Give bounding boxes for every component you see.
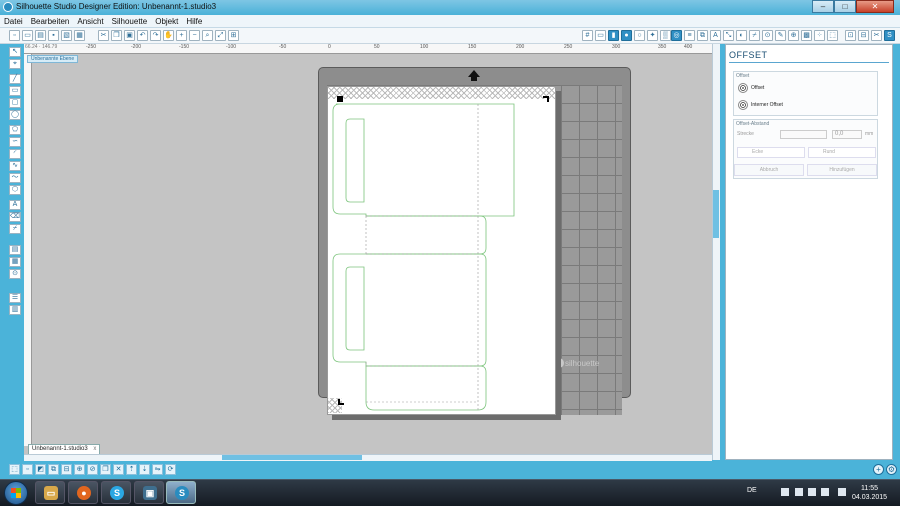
vertical-scroll-thumb[interactable] (713, 190, 719, 238)
corner-edge-option[interactable]: Ecke (737, 147, 805, 158)
corner-round-option[interactable]: Rund (808, 147, 876, 158)
taskbar-firefox[interactable]: ● (68, 481, 98, 504)
make-compound-icon[interactable]: ⊕ (74, 464, 85, 475)
action-center-flag-icon[interactable] (781, 488, 789, 496)
mirror-icon[interactable]: ⇋ (152, 464, 163, 475)
document-tab-label: Unbenannt-1.studio3 (32, 446, 88, 452)
offset-option-label: Offset (751, 85, 765, 91)
signal-icon[interactable] (821, 488, 829, 496)
document-tab-close-icon[interactable]: x (93, 446, 96, 452)
cut-path-middle-window (345, 266, 365, 351)
group-icon[interactable]: ⧉ (48, 464, 59, 475)
panel-title-rule (729, 62, 889, 63)
delete-icon[interactable]: ✕ (113, 464, 124, 475)
cut-path-lower-flap (365, 365, 487, 411)
firefox-icon: ● (77, 486, 91, 500)
internal-offset-label: Interner Offset (751, 102, 783, 108)
deselect-icon[interactable]: ▫ (22, 464, 33, 475)
cut-path-middle-body (332, 253, 487, 367)
taskbar-explorer[interactable]: ▭ (35, 481, 65, 504)
offset-group-title: Offset (736, 73, 750, 79)
panel-title: OFFSET (729, 50, 768, 60)
offset-icon-panel (738, 83, 748, 93)
clock-time: 11:55 (861, 485, 879, 492)
taskbar-skype[interactable]: S (101, 481, 131, 504)
distance-slider[interactable] (780, 130, 827, 139)
taskbar-silhouette-studio[interactable]: S (166, 481, 196, 504)
cut-path-upper-flap (366, 215, 487, 255)
panel-add-icon[interactable]: + (873, 464, 884, 475)
language-indicator[interactable]: DE (747, 487, 757, 494)
offset-distance-title: Offset-Abstand (736, 121, 770, 127)
distance-label: Strecke (737, 131, 754, 137)
distance-unit: mm (865, 131, 874, 137)
silhouette-taskbar-icon: S (175, 486, 189, 500)
folder-icon: ▭ (44, 486, 58, 500)
release-compound-icon[interactable]: ⊘ (87, 464, 98, 475)
offset-group: Offset Offset Interner Offset (733, 71, 878, 116)
select-all-icon[interactable]: ⬚ (9, 464, 20, 475)
bring-forward-icon[interactable]: ⇡ (126, 464, 137, 475)
send-backward-icon[interactable]: ⇣ (139, 464, 150, 475)
rotate-icon[interactable]: ⟳ (165, 464, 176, 475)
windows-logo-icon (11, 488, 21, 498)
vertical-scrollbar[interactable] (712, 44, 720, 460)
add-button[interactable]: Hinzufügen (807, 164, 877, 176)
distance-input[interactable]: 0,0 (832, 130, 862, 139)
duplicate-icon[interactable]: ❐ (100, 464, 111, 475)
horizontal-scroll-thumb[interactable] (222, 455, 362, 460)
cut-path-upper-window (345, 118, 365, 203)
skype-icon: S (110, 486, 124, 500)
skype-tray-icon[interactable] (808, 488, 816, 496)
internal-offset-option[interactable]: Interner Offset (738, 100, 783, 110)
taskbar-app[interactable]: ▣ (134, 481, 164, 504)
panel-settings-icon[interactable]: ⚙ (886, 464, 897, 475)
document-tab[interactable]: Unbenannt-1.studio3 x (28, 444, 101, 454)
network-devices-icon[interactable] (795, 488, 803, 496)
offset-option[interactable]: Offset (738, 83, 764, 93)
ungroup-icon[interactable]: ⊟ (61, 464, 72, 475)
volume-icon[interactable] (838, 488, 846, 496)
window-app-icon: ▣ (143, 486, 157, 500)
horizontal-scrollbar[interactable] (24, 454, 712, 461)
clock-date: 04.03.2015 (852, 494, 888, 501)
cancel-button[interactable]: Abbruch (734, 164, 804, 176)
system-clock[interactable]: 11:55 04.03.2015 (852, 484, 887, 502)
cut-path-upper-body (332, 103, 515, 217)
select-by-color-icon[interactable]: ◩ (35, 464, 46, 475)
offset-panel: OFFSET Offset Offset Interner Offset Off… (725, 44, 893, 460)
internal-offset-icon (738, 100, 748, 110)
